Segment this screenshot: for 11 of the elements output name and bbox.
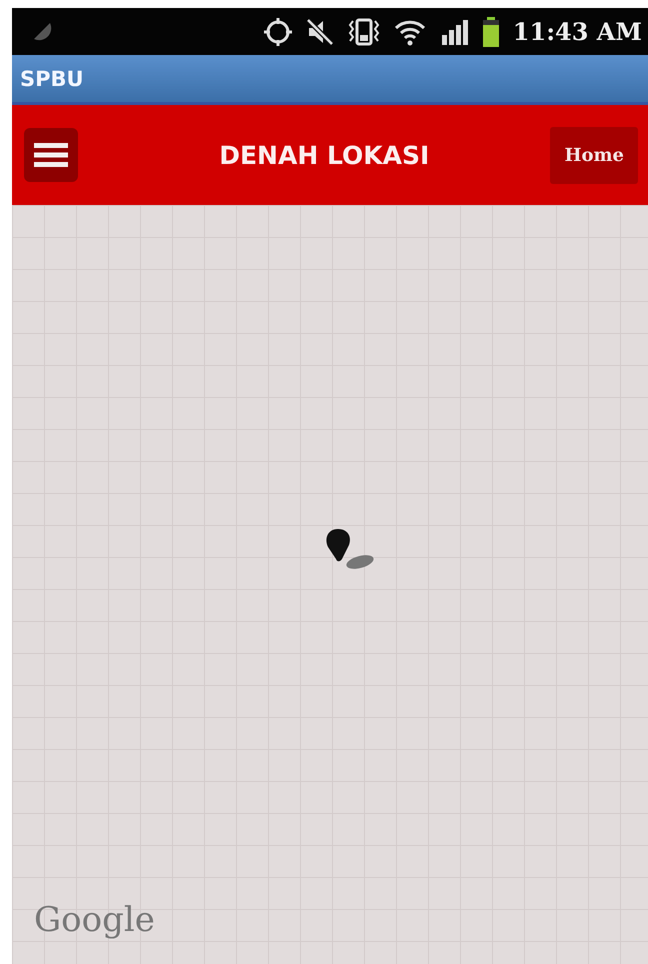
menu-icon <box>34 142 68 168</box>
menu-button[interactable] <box>24 128 78 182</box>
clock: 11:43 AM <box>512 17 642 46</box>
page-title: DENAH LOKASI <box>219 140 430 170</box>
home-button[interactable]: Home <box>550 126 638 184</box>
vibrate-icon <box>346 16 381 46</box>
app-title: SPBU <box>20 66 84 90</box>
mute-icon <box>304 16 335 46</box>
map-attribution: Google <box>34 900 155 940</box>
battery-icon <box>480 16 501 48</box>
gps-icon <box>262 16 293 46</box>
